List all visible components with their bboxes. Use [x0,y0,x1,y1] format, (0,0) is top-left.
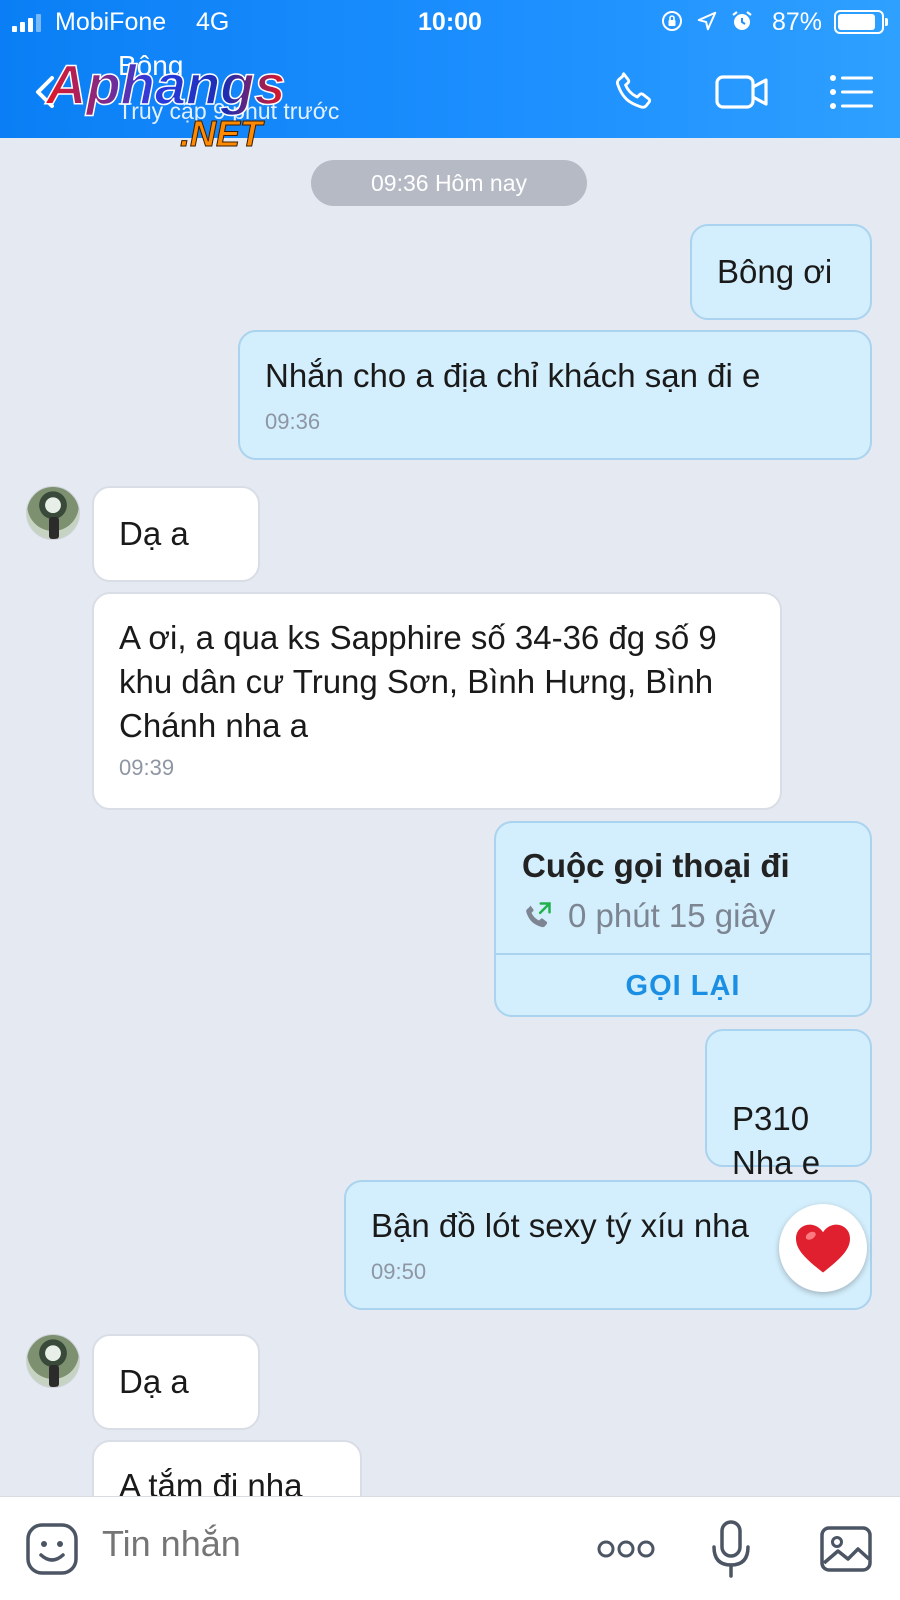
contact-avatar[interactable] [26,486,80,540]
call-log-card[interactable]: Cuộc gọi thoại đi 0 phút 15 giây GỌI LẠI [494,821,872,1017]
call-duration-row: 0 phút 15 giây [522,897,775,935]
clock: 10:00 [418,8,482,36]
contact-status: Truy cập 9 phút trước [118,98,340,124]
message-input-bar [0,1496,900,1600]
call-duration: 0 phút 15 giây [568,897,776,934]
heart-reaction[interactable] [779,1204,867,1292]
call-title: Cuộc gọi thoại đi [522,847,790,884]
call-button[interactable] [604,62,664,122]
alarm-icon [732,11,752,30]
status-icons [660,9,754,33]
image-icon[interactable] [818,1521,874,1577]
back-icon[interactable] [30,72,60,112]
microphone-icon[interactable] [710,1519,752,1579]
phone-icon [616,72,652,109]
sticker-icon[interactable] [24,1521,80,1577]
message-bubble-outgoing[interactable]: Bông ơi [690,224,872,320]
message-text: Dạ a [119,515,189,552]
message-time: 09:36 [265,409,321,434]
location-icon [697,11,717,31]
outgoing-call-icon [526,902,551,928]
chat-header: MobiFone 4G 10:00 87% Bông Truy cập 9 ph… [0,0,900,152]
message-text: A tắm đi nha [119,1467,303,1496]
message-time: 09:39 [119,755,175,780]
heart-icon [796,1224,850,1273]
message-time: 09:50 [371,1259,427,1284]
more-icon[interactable] [596,1531,656,1567]
rotation-lock-icon [662,11,682,31]
message-bubble-incoming[interactable]: A ơi, a qua ks Sapphire số 34-36 đg số 9… [92,592,782,810]
message-bubble-outgoing[interactable]: P310 Nha e [705,1029,872,1181]
message-bubble-incoming[interactable]: Dạ a [92,486,260,582]
video-icon [715,75,768,109]
status-bar: MobiFone 4G 10:00 87% [0,0,900,44]
contact-name[interactable]: Bông [118,50,183,82]
message-text: Bông ơi [717,253,833,290]
contact-avatar[interactable] [26,1334,80,1388]
message-list[interactable]: 09:36 Hôm nay Bông ơi Nhắn cho a địa chỉ… [0,138,900,1496]
message-bubble-incoming[interactable]: Dạ a [92,1334,260,1430]
battery-icon [834,10,888,34]
call-back-button[interactable]: GỌI LẠI [496,955,870,1015]
message-input[interactable] [102,1523,552,1565]
battery-percent: 87% [772,8,823,36]
message-bubble-incoming[interactable]: A tắm đi nha [92,1440,362,1496]
message-text: Nhắn cho a địa chỉ khách sạn đi e [265,357,761,394]
date-separator: 09:36 Hôm nay [311,160,587,206]
message-bubble-outgoing[interactable]: Nhắn cho a địa chỉ khách sạn đi e 09:36 [238,330,872,460]
message-text: Bận đồ lót sexy tý xíu nha [371,1207,749,1244]
message-text: Dạ a [119,1363,189,1400]
menu-icon [830,75,873,109]
options-button[interactable] [822,62,882,122]
video-call-button[interactable] [712,62,772,122]
message-text: P310 Nha e [732,1100,821,1181]
message-text: A ơi, a qua ks Sapphire số 34-36 đg số 9… [119,619,717,744]
